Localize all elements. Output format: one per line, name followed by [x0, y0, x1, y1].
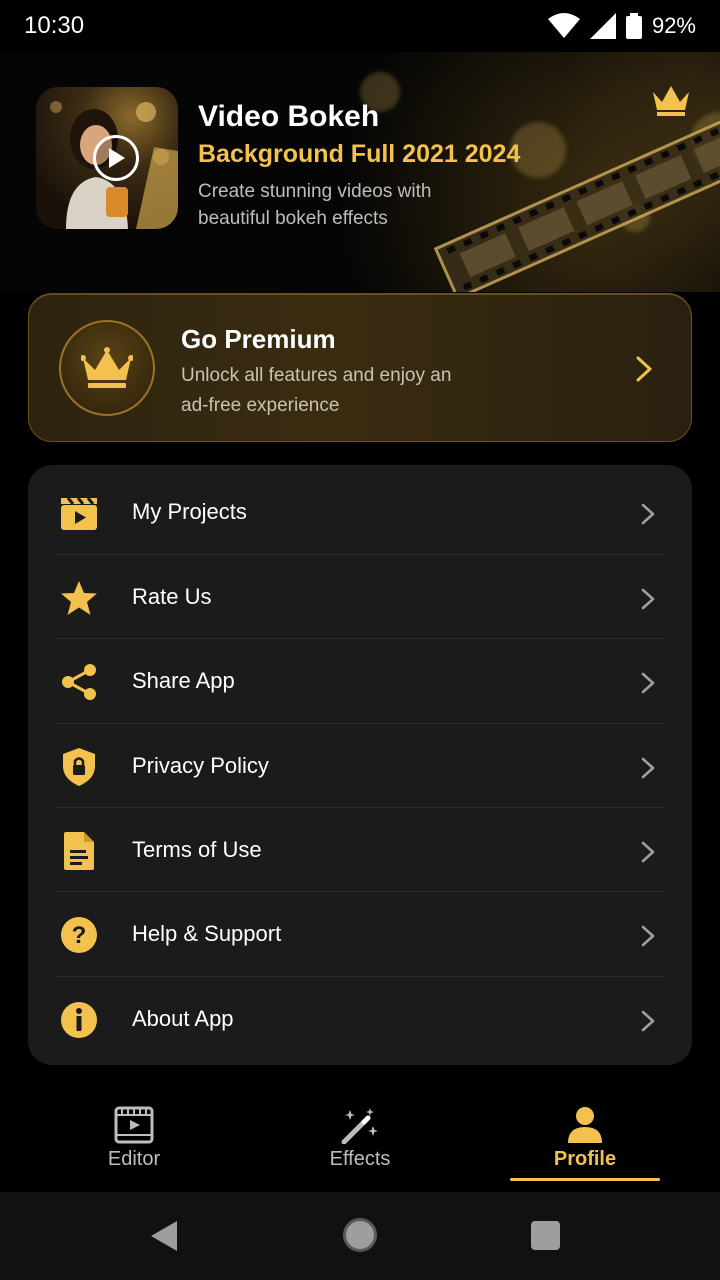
menu-item-privacy-policy[interactable]: Privacy Policy	[28, 724, 692, 808]
tab-effects[interactable]: Effects	[285, 1090, 435, 1190]
tab-label: Effects	[329, 1148, 391, 1170]
menu-item-help-support[interactable]: ? Help & Support	[28, 892, 692, 976]
star-icon	[58, 577, 100, 619]
menu-item-label: Help & Support	[132, 921, 282, 946]
tab-label: Profile	[553, 1148, 617, 1170]
clapperboard-icon	[58, 492, 100, 534]
tab-editor[interactable]: Editor	[59, 1090, 209, 1190]
premium-title: Go Premium	[181, 324, 336, 354]
menu-item-label: My Projects	[132, 499, 247, 524]
menu-item-about-app[interactable]: About App	[28, 977, 692, 1061]
info-circle-icon	[58, 999, 100, 1041]
premium-crown-badge	[59, 320, 155, 416]
menu-item-label: Rate Us	[132, 584, 212, 609]
chevron-right-icon	[641, 757, 655, 779]
menu-item-label: Terms of Use	[132, 837, 262, 862]
app-description: Create stunning videos with beautiful bo…	[198, 181, 432, 229]
recent-apps-icon[interactable]	[531, 1221, 560, 1250]
magic-wand-icon	[341, 1108, 378, 1144]
play-icon[interactable]	[93, 135, 139, 181]
premium-description: Unlock all features and enjoy an ad-free…	[181, 365, 452, 416]
bottom-navigation: Editor Effects Profile	[0, 1090, 720, 1190]
chevron-right-icon	[641, 588, 655, 610]
help-circle-icon: ?	[58, 914, 100, 956]
back-icon[interactable]	[150, 1220, 178, 1252]
film-icon	[114, 1106, 154, 1144]
shield-lock-icon	[58, 746, 100, 788]
chevron-right-icon	[641, 925, 655, 947]
svg-text:?: ?	[72, 922, 87, 949]
menu-item-terms-of-use[interactable]: Terms of Use	[28, 808, 692, 892]
home-icon[interactable]	[343, 1218, 377, 1252]
battery-icon	[625, 13, 642, 39]
status-icons: 92%	[547, 13, 696, 39]
menu-item-rate-us[interactable]: Rate Us	[28, 555, 692, 639]
active-tab-indicator	[510, 1178, 660, 1181]
chevron-right-icon	[641, 841, 655, 863]
settings-menu: My Projects Rate Us Share App Privacy Po…	[28, 465, 692, 1065]
document-icon	[58, 830, 100, 872]
chevron-right-icon	[641, 672, 655, 694]
app-thumbnail[interactable]	[36, 87, 178, 229]
status-bar: 10:30 92%	[0, 0, 720, 52]
menu-item-share-app[interactable]: Share App	[28, 639, 692, 723]
system-navigation-bar	[0, 1192, 720, 1280]
share-icon	[58, 661, 100, 703]
chevron-right-icon	[641, 1010, 655, 1032]
cellular-signal-icon	[589, 13, 616, 39]
status-time: 10:30	[24, 12, 85, 39]
tab-label: Editor	[107, 1148, 161, 1170]
battery-percentage: 92%	[651, 13, 696, 38]
app-header: Video Bokeh Background Full 2021 2024 Cr…	[0, 52, 720, 292]
app-title: Video Bokeh	[198, 100, 380, 133]
tab-profile[interactable]: Profile	[510, 1090, 660, 1190]
crown-icon	[81, 347, 133, 388]
chevron-right-icon	[641, 503, 655, 525]
chevron-right-icon	[636, 356, 652, 382]
app-subtitle: Background Full 2021 2024	[198, 140, 521, 168]
person-icon	[568, 1107, 602, 1143]
go-premium-card[interactable]: Go Premium Unlock all features and enjoy…	[28, 293, 692, 442]
menu-item-label: Privacy Policy	[132, 753, 269, 778]
menu-item-label: About App	[132, 1006, 234, 1031]
wifi-icon	[547, 13, 580, 38]
menu-item-label: Share App	[132, 668, 235, 693]
crown-icon[interactable]	[651, 82, 691, 118]
menu-item-my-projects[interactable]: My Projects	[28, 470, 692, 554]
